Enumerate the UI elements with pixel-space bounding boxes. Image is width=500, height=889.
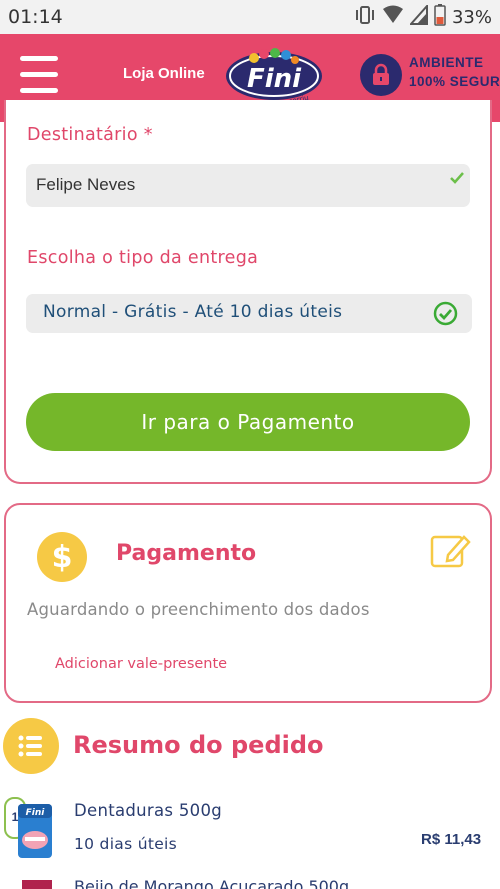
order-summary-title: Resumo do pedido — [73, 731, 324, 759]
signal-icon — [408, 3, 428, 29]
recipient-label: Destinatário * — [27, 125, 153, 145]
payment-status-text: Aguardando o preenchimento dos dados — [27, 600, 370, 619]
item-name: Dentaduras 500g — [74, 801, 223, 820]
payment-title: Pagamento — [116, 541, 257, 566]
svg-text:$: $ — [52, 540, 73, 575]
product-image: Fini — [16, 802, 54, 860]
hamburger-menu-icon[interactable] — [20, 54, 60, 94]
secure-line-2: 100% SEGURO — [409, 74, 500, 89]
secure-environment-badge: AMBIENTE 100% SEGURO — [409, 53, 500, 91]
svg-text:Fini: Fini — [26, 808, 46, 818]
list-icon — [3, 718, 59, 778]
status-time: 01:14 — [8, 6, 63, 28]
check-icon — [450, 169, 464, 188]
item-delivery-time: 10 dias úteis — [74, 835, 178, 853]
recipient-field[interactable]: Felipe Neves — [26, 164, 470, 207]
status-bar: 01:14 33% — [0, 0, 500, 34]
recipient-value: Felipe Neves — [36, 175, 136, 194]
wifi-icon — [382, 5, 404, 29]
vibrate-icon — [354, 5, 376, 29]
svg-text:Fini: Fini — [247, 64, 302, 94]
next-item-name: Beijo de Morango Açucarado 500g — [74, 880, 349, 889]
add-gift-voucher-link[interactable]: Adicionar vale-presente — [55, 656, 227, 672]
check-circle-icon — [433, 301, 458, 330]
battery-percent: 33% — [451, 6, 492, 28]
delivery-type-label: Escolha o tipo da entrega — [27, 248, 259, 268]
edit-icon[interactable] — [430, 533, 472, 573]
battery-icon — [434, 4, 446, 30]
dollar-coin-icon: $ — [37, 532, 87, 586]
delivery-type-select[interactable]: Normal - Grátis - Até 10 dias úteis — [26, 294, 472, 333]
item-price: R$ 11,43 — [421, 831, 482, 848]
lock-icon — [360, 54, 402, 96]
delivery-type-value: Normal - Grátis - Até 10 dias úteis — [43, 302, 343, 322]
next-product-image — [22, 880, 52, 889]
go-to-payment-button[interactable]: Ir para o Pagamento — [26, 393, 470, 451]
status-icons: 33% — [354, 3, 492, 30]
store-label: Loja Online — [123, 65, 205, 82]
secure-line-1: AMBIENTE — [409, 55, 484, 70]
